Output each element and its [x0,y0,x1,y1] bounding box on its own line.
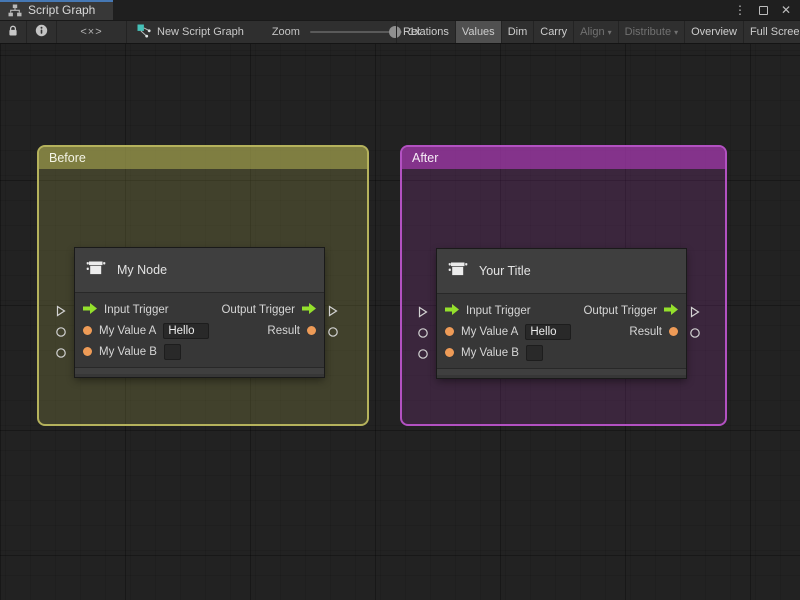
value-port-icon[interactable] [83,326,92,335]
graph-breadcrumb[interactable]: New Script Graph [127,21,256,43]
full-screen-label: Full Screen [750,26,800,38]
values-button[interactable]: Values [456,21,502,43]
distribute-button: Distribute ▾ [619,21,685,43]
input-trigger-label: Input Trigger [104,304,169,316]
flow-port-icon[interactable] [83,301,97,319]
value-b-input[interactable] [526,345,543,361]
outer-value-port-icon[interactable] [417,348,429,360]
info-icon [35,24,48,40]
align-label: Align [580,26,604,38]
script-graph-icon [137,24,151,41]
maximize-icon[interactable] [759,6,768,15]
node-body: Input Trigger Output Trigger My Value A … [75,293,324,367]
value-a-label: My Value A [461,326,518,338]
node-footer [75,367,324,374]
distribute-label: Distribute [625,26,671,38]
value-b-input[interactable] [164,344,181,360]
value-port-icon[interactable] [83,347,92,356]
group-title: After [412,151,438,165]
value-port-icon[interactable] [669,327,678,336]
lock-button[interactable] [0,21,27,43]
values-label: Values [462,26,495,38]
graph-canvas[interactable]: Before After My Node [0,44,800,600]
close-icon[interactable]: ✕ [781,4,791,16]
chevron-down-icon: ▾ [674,28,678,37]
node-row-triggers: Input Trigger Output Trigger [75,299,324,320]
node-row-value-b: My Value B [437,342,686,363]
group-title: Before [49,151,86,165]
node-my-node[interactable]: My Node Input Trigger Output Trigger [75,248,324,377]
zoom-slider[interactable] [310,31,402,33]
value-b-label: My Value B [99,346,157,358]
outer-flow-port-icon[interactable] [327,305,339,317]
unit-icon [85,257,107,284]
unit-icon [447,258,469,285]
preview-code-button[interactable]: <×> [57,21,127,43]
output-trigger-label: Output Trigger [583,305,657,317]
value-port-icon[interactable] [445,327,454,336]
outer-value-port-icon[interactable] [689,327,701,339]
graph-toolbar: <×> New Script Graph Zoom 1x Relations V… [0,21,800,44]
input-trigger-label: Input Trigger [466,305,531,317]
outer-value-port-icon[interactable] [327,326,339,338]
zoom-label: Zoom [272,26,300,38]
flow-port-icon[interactable] [302,301,316,319]
graph-name: New Script Graph [157,26,244,38]
toolbar-toggle-group: Relations Values Dim Carry Align ▾ Distr… [396,21,800,43]
node-header[interactable]: My Node [75,248,324,293]
full-screen-button[interactable]: Full Screen [744,21,800,43]
value-a-label: My Value A [99,325,156,337]
value-port-icon[interactable] [307,326,316,335]
node-body: Input Trigger Output Trigger My Value A … [437,294,686,368]
result-label: Result [267,325,300,337]
node-your-title[interactable]: Your Title Input Trigger Output Trigger [437,249,686,378]
node-row-value-b: My Value B [75,341,324,362]
flow-port-icon[interactable] [445,302,459,320]
outer-flow-port-icon[interactable] [55,305,67,317]
node-footer [437,368,686,375]
outer-value-port-icon[interactable] [417,327,429,339]
overview-button[interactable]: Overview [685,21,744,43]
group-after-header[interactable]: After [402,147,725,169]
outer-value-port-icon[interactable] [55,326,67,338]
output-trigger-label: Output Trigger [221,304,295,316]
outer-flow-port-icon[interactable] [689,306,701,318]
align-button: Align ▾ [574,21,618,43]
value-port-icon[interactable] [445,348,454,357]
window-controls: ⋮ ✕ [734,0,800,20]
value-a-input[interactable] [163,323,209,339]
carry-label: Carry [540,26,567,38]
node-row-value-a: My Value A Result [75,320,324,341]
code-icon: <×> [80,26,102,38]
tab-title: Script Graph [28,3,95,17]
window-tab-bar: Script Graph ⋮ ✕ [0,0,800,21]
graph-hierarchy-icon [8,4,22,17]
outer-flow-port-icon[interactable] [417,306,429,318]
node-row-triggers: Input Trigger Output Trigger [437,300,686,321]
value-a-input[interactable] [525,324,571,340]
flow-port-icon[interactable] [664,302,678,320]
relations-label: Relations [403,26,449,38]
node-title: My Node [117,263,167,277]
carry-button[interactable]: Carry [534,21,574,43]
overview-label: Overview [691,26,737,38]
outer-value-port-icon[interactable] [55,347,67,359]
dim-button[interactable]: Dim [502,21,535,43]
dim-label: Dim [508,26,528,38]
info-button[interactable] [27,21,57,43]
value-b-label: My Value B [461,347,519,359]
node-header[interactable]: Your Title [437,249,686,294]
chevron-down-icon: ▾ [608,28,612,37]
node-row-value-a: My Value A Result [437,321,686,342]
result-label: Result [629,326,662,338]
tab-script-graph[interactable]: Script Graph [0,0,113,20]
group-before-header[interactable]: Before [39,147,367,169]
node-title: Your Title [479,264,531,278]
lock-icon [7,25,19,40]
window-menu-icon[interactable]: ⋮ [734,4,746,16]
relations-button[interactable]: Relations [397,21,456,43]
